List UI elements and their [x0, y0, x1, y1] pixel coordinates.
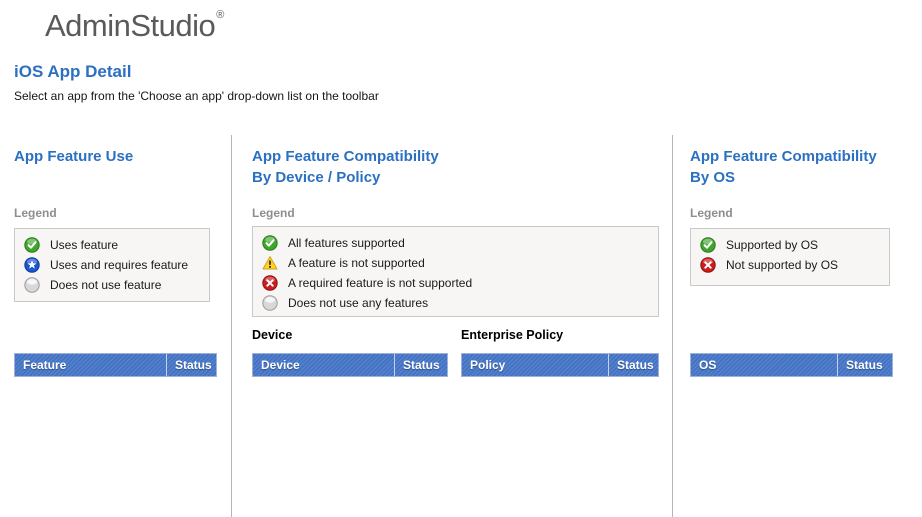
legend-item-label: A required feature is not supported — [288, 276, 472, 290]
green-check-icon — [24, 237, 40, 253]
column-divider — [672, 135, 673, 517]
legend-label: Legend — [252, 206, 295, 220]
legend-item: Not supported by OS — [700, 255, 880, 275]
legend-item-label: A feature is not supported — [288, 256, 425, 270]
column-divider — [231, 135, 232, 517]
green-check-icon — [262, 235, 278, 251]
registered-mark: ® — [216, 9, 224, 21]
policy-table-caption: Enterprise Policy — [461, 328, 563, 342]
gray-circle-icon — [24, 277, 40, 293]
policy-column-header[interactable]: Policy — [462, 354, 608, 376]
legend-item: Supported by OS — [700, 235, 880, 255]
status-column-header[interactable]: Status — [608, 354, 658, 376]
legend-item: All features supported — [262, 233, 649, 253]
warning-triangle-icon — [262, 255, 278, 271]
section-title-line1: App Feature Compatibility — [252, 146, 439, 167]
legend-label: Legend — [14, 206, 57, 220]
legend-item: Does not use feature — [24, 275, 200, 295]
status-column-header[interactable]: Status — [166, 354, 216, 376]
legend-item: Uses and requires feature — [24, 255, 200, 275]
status-column-header[interactable]: Status — [394, 354, 447, 376]
os-column-header[interactable]: OS — [691, 354, 837, 376]
red-x-icon — [262, 275, 278, 291]
legend-item-label: Uses and requires feature — [50, 258, 188, 272]
legend-item-label: Supported by OS — [726, 238, 818, 252]
page-subtitle: Select an app from the 'Choose an app' d… — [14, 89, 379, 103]
ios-app-detail-page: AdminStudio® iOS App Detail Select an ap… — [0, 0, 922, 517]
section-title: App Feature Compatibility By Device / Po… — [252, 146, 439, 188]
device-column-header[interactable]: Device — [253, 354, 394, 376]
gray-circle-icon — [262, 295, 278, 311]
section-title-line1: App Feature Compatibility — [690, 146, 877, 167]
legend-box: All features supported A feature is not … — [252, 226, 659, 317]
blue-star-icon — [24, 257, 40, 273]
red-x-icon — [700, 257, 716, 273]
legend-item: A feature is not supported — [262, 253, 649, 273]
section-title-line2: By Device / Policy — [252, 167, 439, 188]
status-column-header[interactable]: Status — [837, 354, 892, 376]
legend-box: Supported by OS Not supported by OS — [690, 228, 890, 286]
legend-item-label: Does not use any features — [288, 296, 428, 310]
section-title: App Feature Compatibility By OS — [690, 146, 877, 188]
legend-item-label: Does not use feature — [50, 278, 161, 292]
legend-box: Uses feature Uses and requires feature D… — [14, 228, 210, 302]
legend-item-label: Not supported by OS — [726, 258, 838, 272]
section-title-line2: By OS — [690, 167, 877, 188]
legend-item-label: All features supported — [288, 236, 405, 250]
legend-label: Legend — [690, 206, 733, 220]
feature-table: Feature Status — [14, 353, 217, 377]
legend-item: A required feature is not supported — [262, 273, 649, 293]
feature-column-header[interactable]: Feature — [15, 354, 166, 376]
legend-item-label: Uses feature — [50, 238, 118, 252]
device-table-caption: Device — [252, 328, 292, 342]
section-title: App Feature Use — [14, 146, 133, 167]
logo-text: AdminStudio — [45, 8, 215, 43]
policy-table: Policy Status — [461, 353, 659, 377]
os-table: OS Status — [690, 353, 893, 377]
adminstudio-logo: AdminStudio® — [45, 8, 224, 44]
page-title: iOS App Detail — [14, 62, 131, 82]
green-check-icon — [700, 237, 716, 253]
legend-item: Uses feature — [24, 235, 200, 255]
legend-item: Does not use any features — [262, 293, 649, 313]
device-table: Device Status — [252, 353, 448, 377]
